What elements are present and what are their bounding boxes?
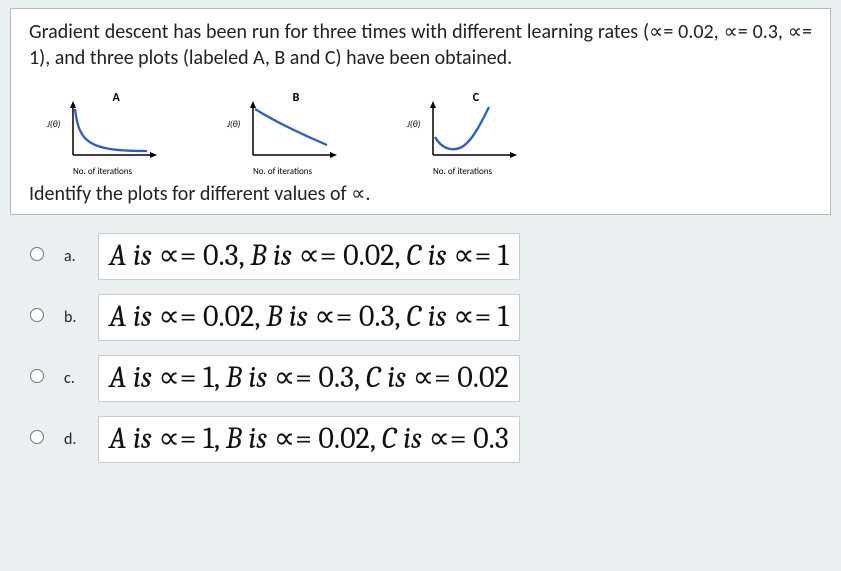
option-d-A-prefix: A is [109, 421, 158, 456]
option-c-radio[interactable] [30, 369, 44, 383]
option-a-A-prefix: A is [109, 238, 158, 273]
option-c-C-val: ∝= 0.02 [413, 360, 509, 395]
plot-C-xlabel: No. of iterations [433, 166, 492, 177]
option-d-C-val: ∝= 0.3 [428, 421, 508, 456]
option-b-C-prefix: C is [406, 299, 453, 334]
plot-B-svg [229, 93, 359, 173]
option-a-A-val: ∝= 0.3, [158, 238, 250, 273]
option-b-label: b. [64, 294, 98, 327]
option-c-B-val: ∝= 0.3, [274, 360, 366, 395]
option-b-answer: A is ∝= 0.02, B is ∝= 0.3, C is ∝= 1 [98, 294, 520, 341]
plot-A-ylabel: J(θ) [47, 119, 60, 130]
option-b-C-val: ∝= 1 [453, 299, 509, 334]
plot-B-xlabel: No. of iterations [253, 166, 312, 177]
option-b-radio[interactable] [30, 308, 44, 322]
plot-C: C J(θ) No. of iterations [409, 93, 539, 173]
plot-A-svg [49, 93, 179, 173]
plot-C-svg [409, 93, 539, 173]
option-a-B-val: ∝= 0.02, [298, 238, 406, 273]
option-a-answer: A is ∝= 0.3, B is ∝= 0.02, C is ∝= 1 [98, 233, 520, 280]
option-d-A-val: ∝= 1, [158, 421, 225, 456]
option-c-label: c. [64, 355, 98, 388]
plot-A-title: A [113, 91, 120, 105]
plot-C-ylabel: J(θ) [407, 119, 420, 130]
option-c-answer: A is ∝= 1, B is ∝= 0.3, C is ∝= 0.02 [98, 355, 520, 402]
option-d-B-prefix: B is [226, 421, 274, 456]
option-d-radio[interactable] [30, 430, 44, 444]
plots-row: A J(θ) No. of iterations B J(θ) No. of i… [49, 93, 812, 173]
option-a-radio[interactable] [30, 247, 44, 261]
option-c-A-val: ∝= 1, [158, 360, 225, 395]
option-a-C-prefix: C is [406, 238, 453, 273]
plot-B: B J(θ) No. of iterations [229, 93, 359, 173]
option-d-label: d. [64, 416, 98, 449]
question-ask: Identify the plots for different values … [29, 181, 812, 206]
option-b-row: b. A is ∝= 0.02, B is ∝= 0.3, C is ∝= 1 [30, 294, 831, 341]
plot-A: A J(θ) No. of iterations [49, 93, 179, 173]
plot-B-ylabel: J(θ) [227, 119, 240, 130]
option-a-label: a. [64, 233, 98, 266]
plot-C-title: C [473, 91, 479, 105]
option-b-A-val: ∝= 0.02, [158, 299, 266, 334]
option-b-B-val: ∝= 0.3, [314, 299, 406, 334]
question-card: Gradient descent has been run for three … [10, 8, 831, 215]
option-a-row: a. A is ∝= 0.3, B is ∝= 0.02, C is ∝= 1 [30, 233, 831, 280]
option-c-row: c. A is ∝= 1, B is ∝= 0.3, C is ∝= 0.02 [30, 355, 831, 402]
option-d-row: d. A is ∝= 1, B is ∝= 0.02, C is ∝= 0.3 [30, 416, 831, 463]
option-d-B-val: ∝= 0.02, [274, 421, 382, 456]
option-a-C-val: ∝= 1 [453, 238, 509, 273]
options-list: a. A is ∝= 0.3, B is ∝= 0.02, C is ∝= 1 … [30, 233, 831, 463]
option-b-A-prefix: A is [109, 299, 158, 334]
option-b-B-prefix: B is [266, 299, 314, 334]
option-d-C-prefix: C is [382, 421, 429, 456]
plot-B-title: B [293, 91, 300, 105]
plot-A-xlabel: No. of iterations [73, 166, 132, 177]
option-c-C-prefix: C is [366, 360, 413, 395]
option-d-answer: A is ∝= 1, B is ∝= 0.02, C is ∝= 0.3 [98, 416, 520, 463]
question-text: Gradient descent has been run for three … [29, 19, 812, 71]
option-c-A-prefix: A is [109, 360, 158, 395]
option-c-B-prefix: B is [226, 360, 274, 395]
option-a-B-prefix: B is [250, 238, 298, 273]
